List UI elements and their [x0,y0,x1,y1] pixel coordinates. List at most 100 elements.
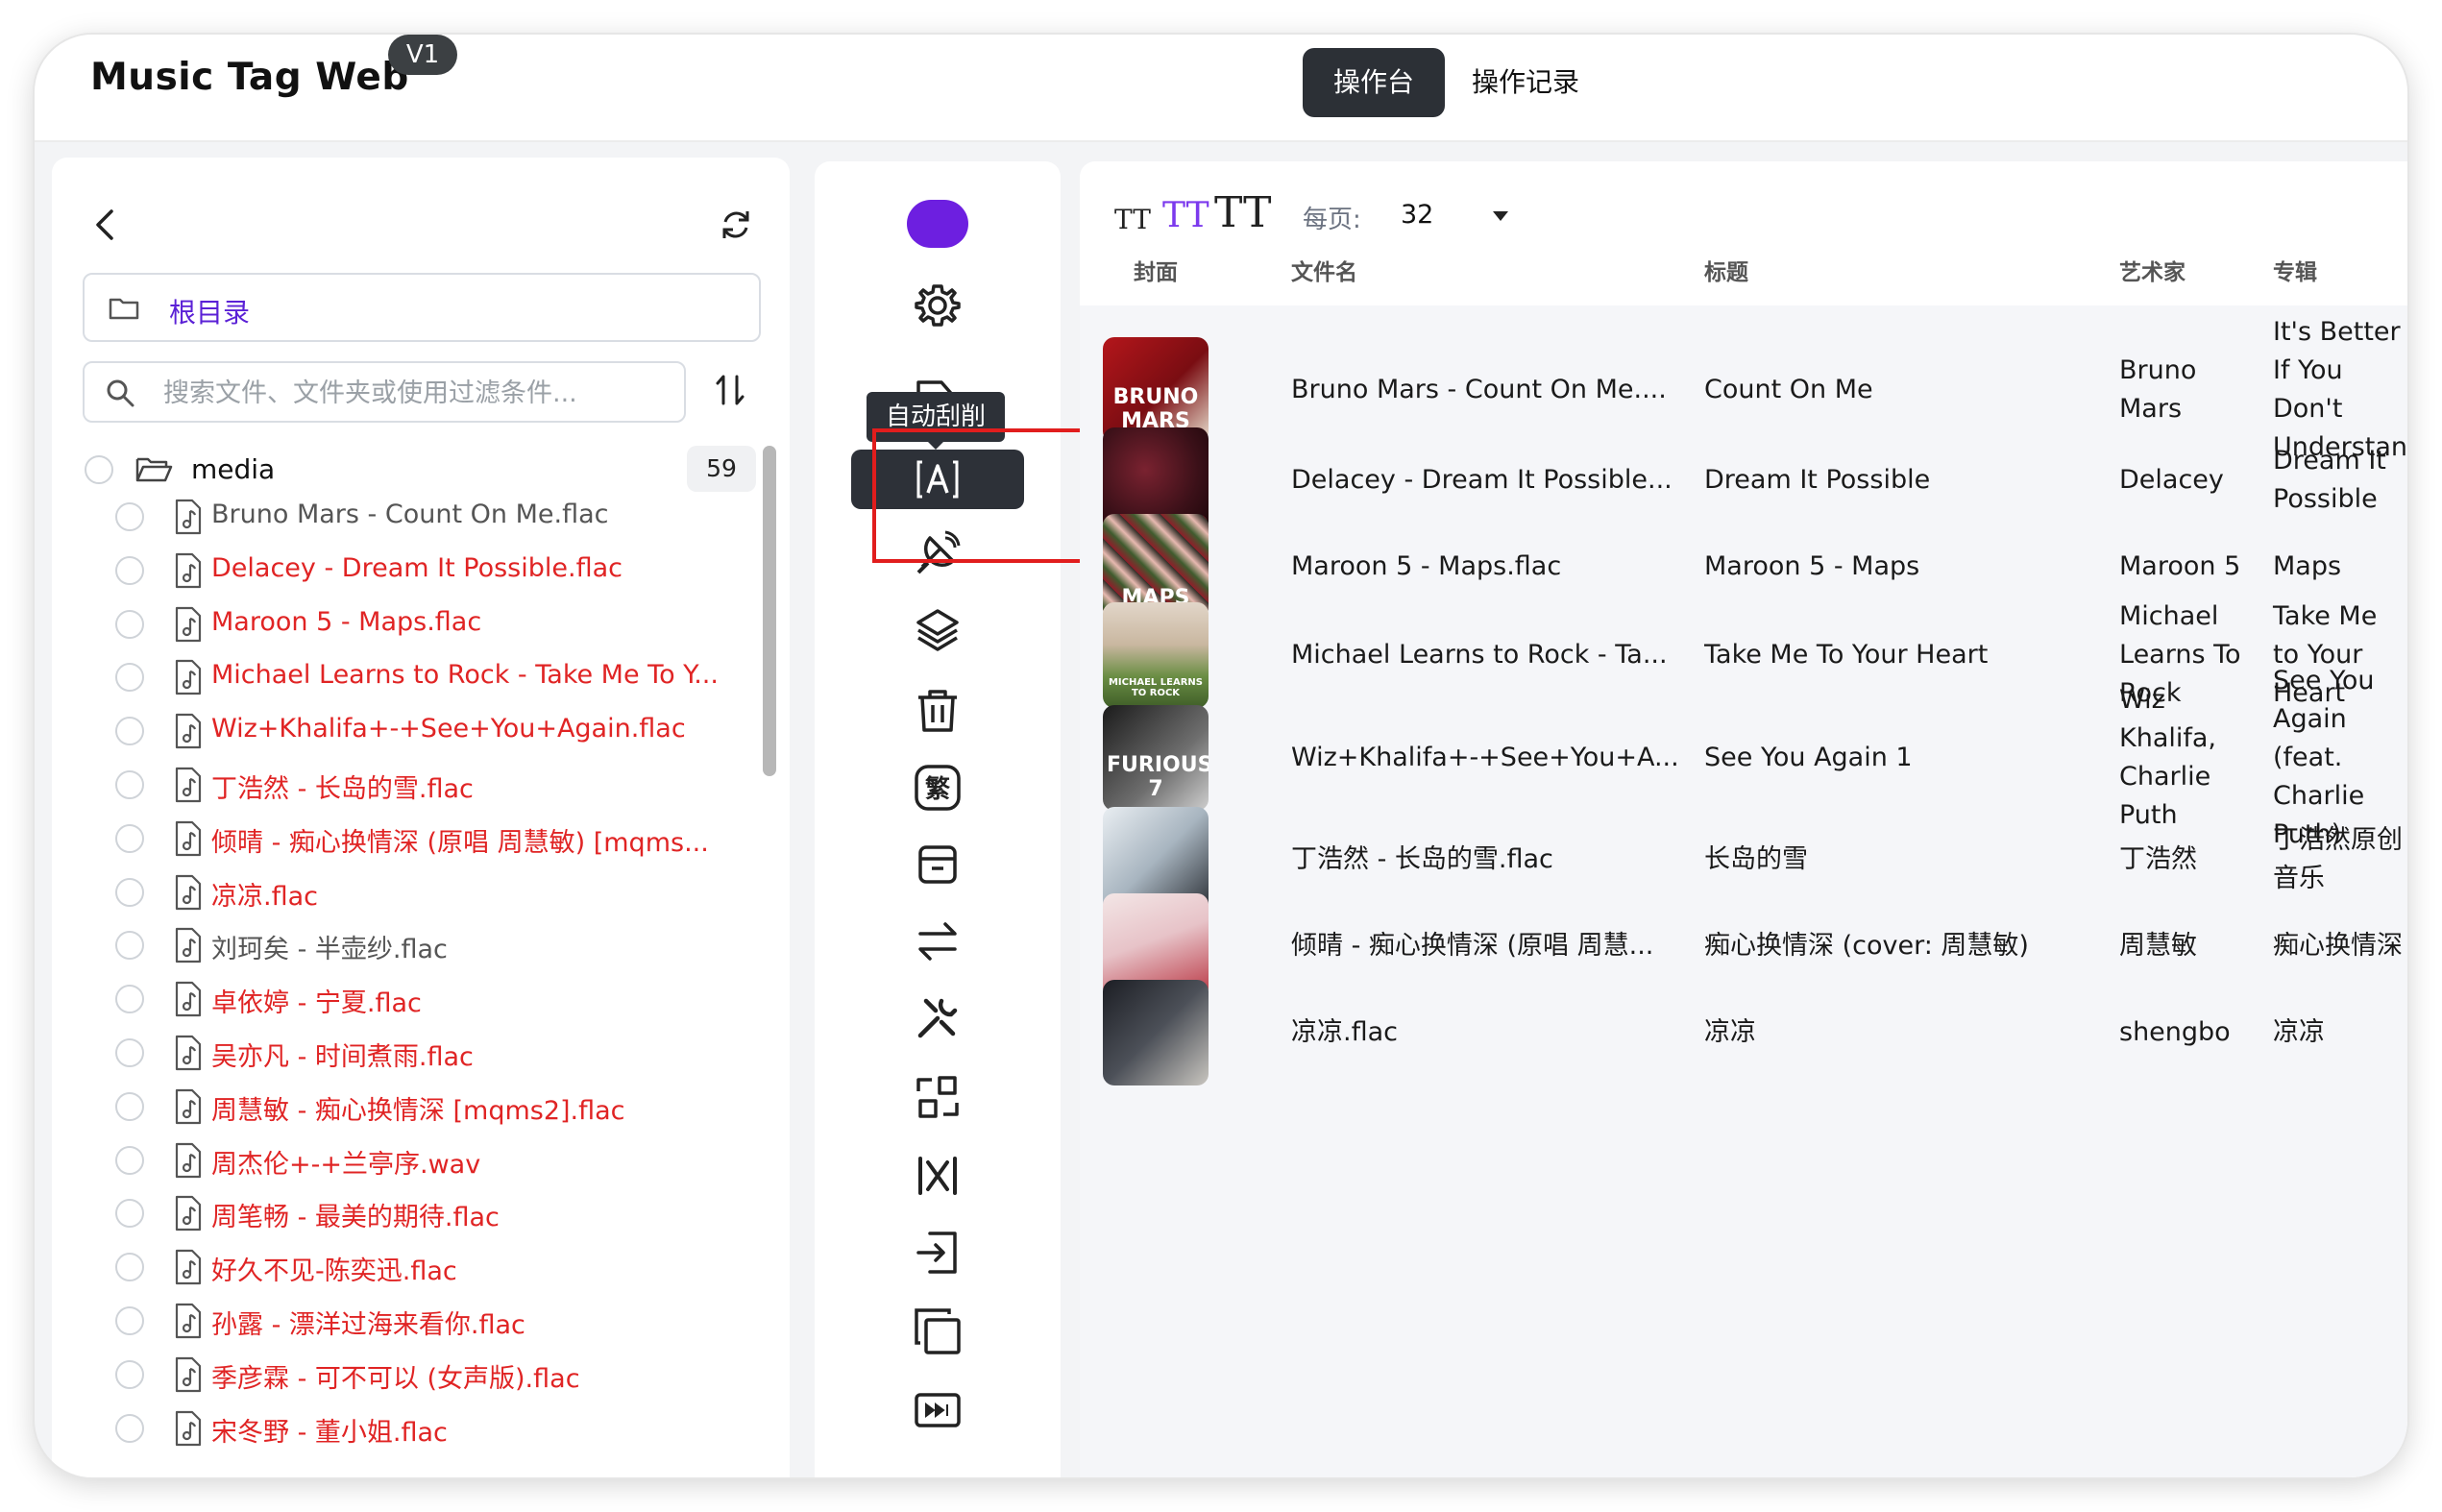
folder-media[interactable]: media 59 [85,446,757,494]
gear-icon[interactable] [913,280,963,330]
cell-artist: 丁浩然 [2119,844,2197,874]
file-list-item[interactable]: 卓依婷 - 宁夏.flac [106,972,759,1026]
file-checkbox[interactable] [115,770,144,799]
file-list-item[interactable]: Bruno Mars - Count On Me.flac [106,490,759,544]
file-list-item[interactable]: 吴亦凡 - 时间煮雨.flac [106,1026,759,1080]
file-checkbox[interactable] [115,1413,144,1443]
file-browser-panel: 根目录 media 59 Bruno Mars - Count On Me.fl… [52,158,790,1477]
file-list-item[interactable]: 宋冬野 - 董小姐.flac [106,1402,759,1455]
search-input[interactable] [161,371,665,415]
file-checkbox[interactable] [115,877,144,907]
music-file-icon [175,660,202,695]
file-checkbox[interactable] [115,1145,144,1175]
back-icon[interactable] [86,206,125,244]
cell-filename: 凉凉.flac [1291,1017,1398,1047]
file-list-item[interactable]: Delacey - Dream It Possible.flac [106,544,759,597]
table-body: BRUNO MARS Bruno Mars - Count On Me.... Co… [1080,305,2407,1477]
file-list-item[interactable]: 凉凉.flac [106,866,759,919]
file-checkbox[interactable] [115,823,144,853]
file-list-item[interactable]: 倾晴 - 痴心换情深 (原唱 周慧敏) [mqms... [106,812,759,866]
file-list-item[interactable]: 周慧敏 - 痴心换情深 [mqms2].flac [106,1080,759,1134]
skip-icon[interactable] [913,1385,963,1435]
file-checkbox[interactable] [115,663,144,693]
file-checkbox[interactable] [115,1199,144,1229]
file-list-item[interactable]: 孙露 - 漂洋过海来看你.flac [106,1294,759,1348]
refresh-icon[interactable] [717,206,755,244]
font-size-medium-button[interactable]: TT [1162,196,1209,235]
music-file-icon [175,1303,202,1339]
cell-filename: Bruno Mars - Count On Me.... [1291,375,1667,404]
import-icon[interactable] [913,1228,963,1278]
cell-artist: Bruno Mars [2119,355,2197,424]
search-icon [107,379,134,407]
table-row[interactable]: BRUNO MARS Bruno Mars - Count On Me.... Co… [1080,305,2407,1477]
file-checkbox[interactable] [115,1359,144,1389]
sort-icon[interactable] [711,371,749,409]
col-header-cover: 封面 [1134,260,1178,285]
folder-checkbox[interactable] [85,455,113,484]
file-list-item[interactable]: Wiz+Khalifa+-+See+You+Again.flac [106,704,759,758]
album-cover: MAPS [1103,514,1209,620]
cell-filename: Maroon 5 - Maps.flac [1291,551,1562,581]
music-file-icon [175,1250,202,1285]
caret-down-icon[interactable] [1493,211,1508,221]
file-checkbox[interactable] [115,1091,144,1121]
table-row[interactable]: 倾晴 - 痴心换情深 (原唱 周慧... 痴心换情深 (cover: 周慧敏) 周慧… [1080,305,2407,1477]
file-list-item[interactable]: Michael Learns to Rock - Take Me To Y... [106,650,759,704]
file-checkbox[interactable] [115,609,144,639]
album-cover [1103,893,1209,999]
table-row[interactable]: MICHAEL LEARNS TO ROCK Michael Learns to … [1080,305,2407,1477]
swap-icon[interactable] [913,916,963,966]
file-checkbox[interactable] [115,1253,144,1282]
table-row[interactable]: FURIOUS 7 Wiz+Khalifa+-+See+You+A... See Y… [1080,305,2407,1477]
wrench-icon[interactable] [913,993,963,1043]
file-checkbox[interactable] [115,502,144,531]
cover-text: BRUNO MARS [1112,385,1199,433]
file-checkbox[interactable] [115,1038,144,1067]
layers-icon[interactable] [913,605,963,655]
file-list-item[interactable]: 周笔畅 - 最美的期待.flac [106,1186,759,1240]
file-list-item[interactable]: 季彦霖 - 可不可以 (女声版).flac [106,1348,759,1402]
cell-title: 长岛的雪 [1704,844,1808,874]
traditional-chinese-icon[interactable]: 繁 [913,763,963,813]
cell-filename: Michael Learns to Rock - Ta... [1291,640,1668,670]
file-name: 卓依婷 - 宁夏.flac [211,988,422,1019]
cell-title: Count On Me [1704,375,1873,404]
file-checkbox[interactable] [115,717,144,746]
scrollbar[interactable] [763,446,776,776]
file-name: 刘珂矣 - 半壶纱.flac [211,935,448,965]
file-list-item[interactable]: 好久不见-陈奕迅.flac [106,1240,759,1294]
file-checkbox[interactable] [115,931,144,961]
tab-console[interactable]: 操作台 [1303,48,1445,117]
file-list-item[interactable]: 周杰伦+-+兰亭序.wav [106,1134,759,1187]
file-list-item[interactable]: 刘珂矣 - 半壶纱.flac [106,918,759,972]
table-row[interactable]: 丁浩然 - 长岛的雪.flac 长岛的雪 丁浩然 丁浩然原创音乐 [1080,305,2407,1477]
trash-icon[interactable] [913,686,963,736]
archive-icon[interactable] [913,840,963,890]
file-name: 周笔畅 - 最美的期待.flac [211,1203,500,1233]
file-list-item[interactable]: 丁浩然 - 长岛的雪.flac [106,758,759,812]
cell-artist: Michael Learns To Rock [2119,601,2241,708]
font-size-large-button[interactable]: TT [1214,188,1272,237]
convert-icon[interactable] [913,1072,963,1122]
music-file-icon [175,499,202,535]
music-file-icon [175,767,202,803]
table-row[interactable]: MAPS Maroon 5 - Maps.flac Maroon 5 - Maps M… [1080,305,2407,1477]
copy-icon[interactable] [913,1306,963,1356]
file-checkbox[interactable] [115,985,144,1014]
file-name: 倾晴 - 痴心换情深 (原唱 周慧敏) [mqms... [211,827,709,858]
file-name: 好久不见-陈奕迅.flac [211,1256,457,1287]
root-directory-button[interactable]: 根目录 [83,273,761,342]
album-cover [1103,427,1209,533]
file-checkbox[interactable] [115,555,144,585]
per-page-select[interactable]: 32 [1401,200,1433,230]
font-size-small-button[interactable]: TT [1114,204,1151,235]
file-checkbox[interactable] [115,1306,144,1335]
table-row[interactable]: Delacey - Dream It Possible... Dream It P… [1080,305,2407,1477]
file-list-item[interactable]: Maroon 5 - Maps.flac [106,597,759,651]
tab-history[interactable]: 操作记录 [1472,48,1579,117]
tool-sidebar: 自动刮削 繁 [815,161,1061,1477]
album-cover [1103,807,1209,913]
shuffle-icon[interactable] [913,1151,963,1201]
table-row[interactable]: 凉凉.flac 凉凉 shengbo 凉凉 [1080,305,2407,1477]
